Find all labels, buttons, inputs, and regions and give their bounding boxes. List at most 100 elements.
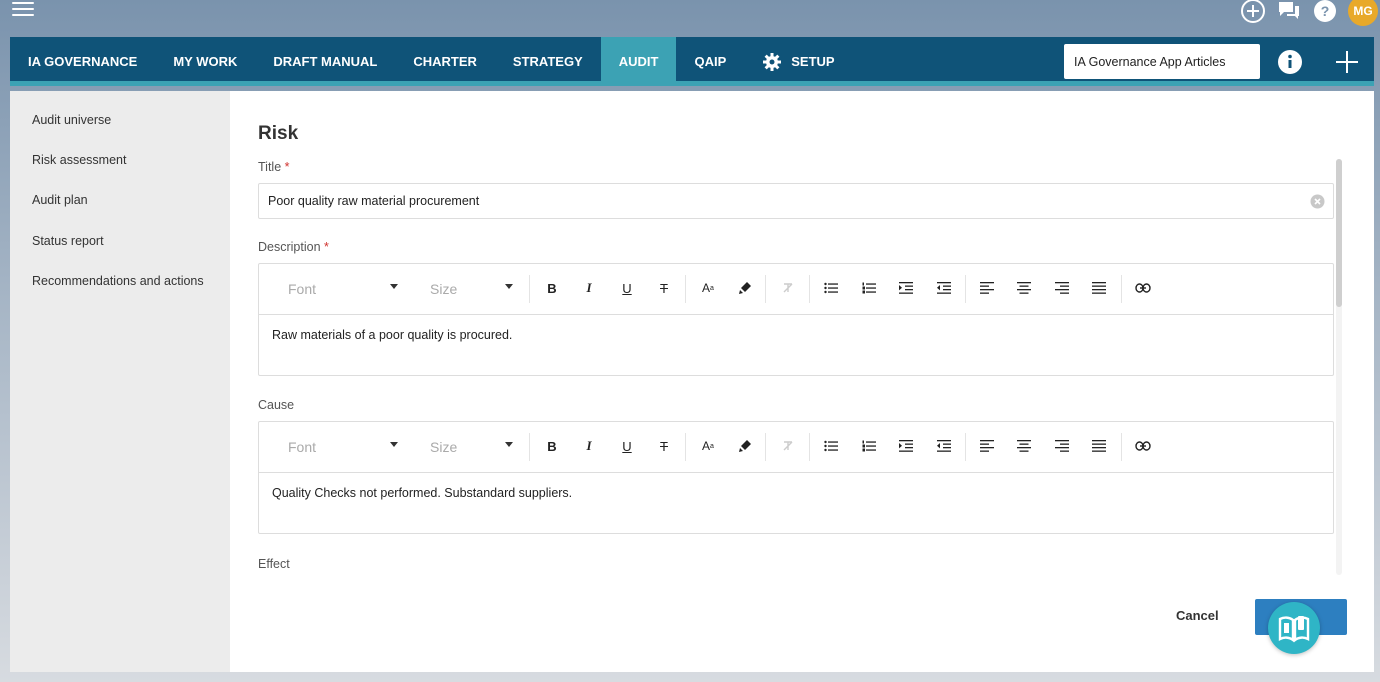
help-icon[interactable]: ? xyxy=(1312,0,1338,24)
strikethrough-button[interactable]: T xyxy=(653,435,675,457)
cause-label: Cause xyxy=(258,398,295,412)
toolbar-divider xyxy=(685,433,686,461)
font-color-label: A xyxy=(702,281,711,295)
nav-item-strategy[interactable]: STRATEGY xyxy=(495,37,601,86)
sidebar-item-risk-assessment[interactable]: Risk assessment xyxy=(32,153,126,167)
toolbar-divider xyxy=(529,275,530,303)
link-icon[interactable] xyxy=(1132,435,1154,457)
nav-item-setup[interactable]: SETUP xyxy=(744,37,852,86)
bullet-list-icon[interactable] xyxy=(820,435,842,457)
numbered-list-icon[interactable] xyxy=(858,277,880,299)
description-text[interactable]: Raw materials of a poor quality is procu… xyxy=(259,315,1333,355)
link-icon[interactable] xyxy=(1132,277,1154,299)
align-center-icon[interactable] xyxy=(1013,435,1035,457)
font-select[interactable]: Font xyxy=(288,435,398,459)
avatar[interactable]: MG xyxy=(1348,0,1378,26)
help-book-icon[interactable] xyxy=(1268,602,1320,654)
bullet-list-icon[interactable] xyxy=(820,277,842,299)
title-label-text: Title xyxy=(258,160,282,174)
align-left-icon[interactable] xyxy=(976,435,998,457)
page-title: Risk xyxy=(258,123,299,144)
add-circle-icon[interactable] xyxy=(1240,0,1266,24)
required-mark: * xyxy=(324,240,329,254)
strikethrough-button[interactable]: T xyxy=(653,277,675,299)
menu-icon[interactable] xyxy=(12,2,34,16)
sidebar-item-audit-universe[interactable]: Audit universe xyxy=(32,113,111,127)
align-justify-icon[interactable] xyxy=(1088,277,1110,299)
size-select-label: Size xyxy=(430,281,458,297)
sidebar-item-status-report[interactable]: Status report xyxy=(32,234,104,248)
info-icon[interactable] xyxy=(1278,50,1302,79)
highlight-icon[interactable] xyxy=(734,277,756,299)
nav-item-ia-governance[interactable]: IA GOVERNANCE xyxy=(10,37,155,86)
nav-item-qaip[interactable]: QAIP xyxy=(676,37,744,86)
editor-toolbar: Font Size B I U T Aa xyxy=(259,422,1333,473)
cause-editor: Font Size B I U T Aa Quality Checks not … xyxy=(258,421,1334,534)
toolbar-divider xyxy=(965,433,966,461)
toolbar-divider xyxy=(765,433,766,461)
font-color-button[interactable]: Aa xyxy=(697,435,719,457)
font-select-label: Font xyxy=(288,439,317,455)
top-icons: ? MG xyxy=(1240,0,1378,26)
italic-button[interactable]: I xyxy=(578,277,600,299)
outdent-icon[interactable] xyxy=(933,435,955,457)
indent-icon[interactable] xyxy=(895,435,917,457)
cause-text[interactable]: Quality Checks not performed. Substandar… xyxy=(259,473,1333,513)
effect-label: Effect xyxy=(258,557,290,571)
font-color-button[interactable]: Aa xyxy=(697,277,719,299)
underline-button[interactable]: U xyxy=(616,435,638,457)
description-editor: Font Size B I U T Aa Raw materials of a … xyxy=(258,263,1334,376)
size-select[interactable]: Size xyxy=(430,277,513,301)
nav-item-draft-manual[interactable]: DRAFT MANUAL xyxy=(255,37,395,86)
nav-item-charter[interactable]: CHARTER xyxy=(395,37,495,86)
form-scrollbar[interactable] xyxy=(1336,159,1342,575)
toolbar-divider xyxy=(1121,433,1122,461)
toolbar-divider xyxy=(809,275,810,303)
indent-icon[interactable] xyxy=(895,277,917,299)
description-label-text: Description xyxy=(258,240,321,254)
outdent-icon[interactable] xyxy=(933,277,955,299)
bold-button[interactable]: B xyxy=(541,277,563,299)
title-label: Title * xyxy=(258,160,290,174)
align-justify-icon[interactable] xyxy=(1088,435,1110,457)
title-value: Poor quality raw material procurement xyxy=(268,194,480,208)
nav-item-audit[interactable]: AUDIT xyxy=(600,37,677,86)
clear-format-icon[interactable] xyxy=(777,277,799,299)
editor-toolbar: Font Size B I U T Aa xyxy=(259,264,1333,315)
articles-search-input[interactable]: IA Governance App Articles xyxy=(1064,44,1260,79)
risk-form-panel: Risk Title * Poor quality raw material p… xyxy=(230,91,1374,672)
numbered-list-icon[interactable] xyxy=(858,435,880,457)
size-select-label: Size xyxy=(430,439,458,455)
add-icon[interactable] xyxy=(1335,50,1359,79)
highlight-icon[interactable] xyxy=(734,435,756,457)
cancel-button[interactable]: Cancel xyxy=(1176,608,1219,623)
align-right-icon[interactable] xyxy=(1051,277,1073,299)
main-nav: IA GOVERNANCE MY WORK DRAFT MANUAL CHART… xyxy=(10,37,1374,86)
chat-icon[interactable] xyxy=(1276,0,1302,24)
clear-format-icon[interactable] xyxy=(777,435,799,457)
font-select[interactable]: Font xyxy=(288,277,398,301)
toolbar-divider xyxy=(685,275,686,303)
scrollbar-thumb[interactable] xyxy=(1336,159,1342,307)
font-color-label: A xyxy=(702,439,711,453)
font-select-label: Font xyxy=(288,281,317,297)
underline-button[interactable]: U xyxy=(616,277,638,299)
sidebar-item-recommendations[interactable]: Recommendations and actions xyxy=(32,274,204,288)
sidebar-item-audit-plan[interactable]: Audit plan xyxy=(32,193,88,207)
title-field[interactable]: Poor quality raw material procurement xyxy=(258,183,1334,219)
align-left-icon[interactable] xyxy=(976,277,998,299)
top-bar: ? MG xyxy=(0,0,1380,37)
clear-icon[interactable] xyxy=(1310,194,1325,212)
size-select[interactable]: Size xyxy=(430,435,513,459)
nav-item-my-work[interactable]: MY WORK xyxy=(155,37,255,86)
sidebar: Audit universe Risk assessment Audit pla… xyxy=(10,91,230,672)
toolbar-divider xyxy=(1121,275,1122,303)
align-center-icon[interactable] xyxy=(1013,277,1035,299)
form-scroll-area: Title * Poor quality raw material procur… xyxy=(230,157,1346,577)
align-right-icon[interactable] xyxy=(1051,435,1073,457)
svg-text:?: ? xyxy=(1321,3,1330,19)
toolbar-divider xyxy=(765,275,766,303)
italic-button[interactable]: I xyxy=(578,435,600,457)
nav-items: IA GOVERNANCE MY WORK DRAFT MANUAL CHART… xyxy=(10,37,853,86)
bold-button[interactable]: B xyxy=(541,435,563,457)
